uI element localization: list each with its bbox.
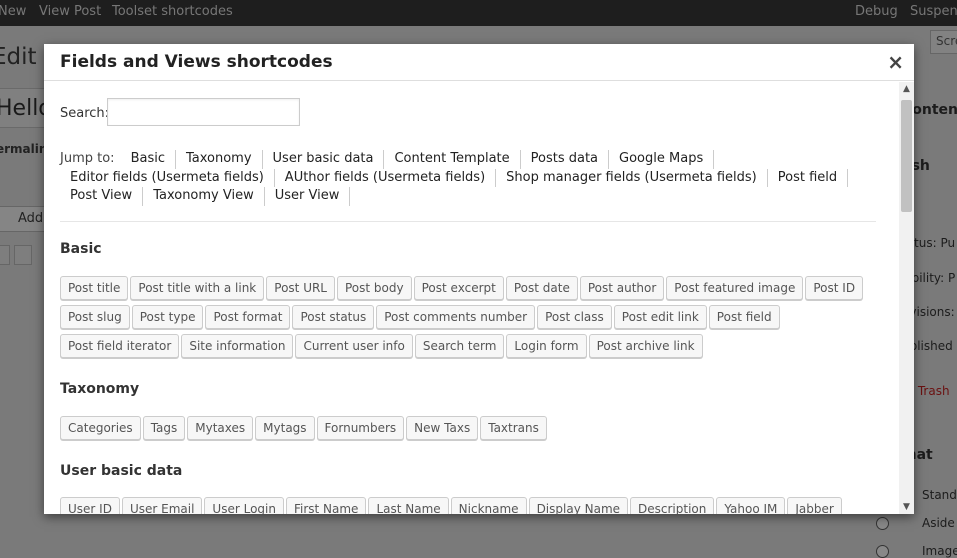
editor-toolbar-button[interactable] <box>0 245 10 265</box>
format-aside-label: Aside <box>922 516 955 530</box>
admin-bar: New View Post Toolset shortcodes Debug S… <box>0 0 957 26</box>
shortcode-button-fornumbers[interactable]: Fornumbers <box>316 416 405 440</box>
shortcode-button-post-date[interactable]: Post date <box>505 276 578 300</box>
shortcode-button-login-form[interactable]: Login form <box>506 334 587 358</box>
shortcode-button-post-field-iterator[interactable]: Post field iterator <box>60 334 180 358</box>
shortcode-button-user-email[interactable]: User Email <box>121 497 203 514</box>
shortcode-button-post-excerpt[interactable]: Post excerpt <box>413 276 504 300</box>
shortcode-button-post-edit-link[interactable]: Post edit link <box>613 305 707 329</box>
jump-link-shop-manager-fields[interactable]: Shop manager fields (Usermeta fields) <box>496 168 768 187</box>
scroll-up-icon[interactable]: ▲ <box>899 82 914 96</box>
shortcodes-dialog: Fields and Views shortcodes × Search: Ju… <box>44 44 914 514</box>
shortcode-button-first-name[interactable]: First Name <box>285 497 367 514</box>
shortcode-button-categories[interactable]: Categories <box>60 416 141 440</box>
jump-link-user-basic-data[interactable]: User basic data <box>263 150 385 169</box>
shortcode-button-post-format[interactable]: Post format <box>205 305 291 329</box>
scroll-down-icon[interactable]: ▼ <box>899 500 914 514</box>
dialog-body: Search: Jump to: Basic Taxonomy User basic … <box>44 82 914 514</box>
shortcode-button-taxtrans[interactable]: Taxtrans <box>480 416 547 440</box>
admin-bar-suspend[interactable]: Suspend <box>910 4 957 19</box>
section-title-user-basic-data: User basic data <box>60 463 183 479</box>
jump-link-author-fields[interactable]: AUthor fields (Usermeta fields) <box>275 168 497 187</box>
screen-options-label: Scre <box>936 34 957 48</box>
close-icon[interactable]: × <box>887 50 904 74</box>
shortcode-button-post-archive-link[interactable]: Post archive link <box>588 334 703 358</box>
jump-link-posts-data[interactable]: Posts data <box>521 150 610 169</box>
shortcode-button-post-comments-number[interactable]: Post comments number <box>376 305 536 329</box>
jump-to-nav: Jump to: Basic Taxonomy User basic data Cont… <box>60 150 880 206</box>
section-title-taxonomy: Taxonomy <box>60 381 140 397</box>
scrollbar-thumb[interactable] <box>901 100 912 212</box>
dialog-header: Fields and Views shortcodes × <box>44 44 914 81</box>
shortcode-button-post-title[interactable]: Post title <box>60 276 129 300</box>
shortcode-button-yahoo-im[interactable]: Yahoo IM <box>716 497 786 514</box>
admin-bar-view-post[interactable]: View Post <box>39 4 101 19</box>
jump-link-taxonomy-view[interactable]: Taxonomy View <box>143 187 265 206</box>
shortcode-button-current-user-info[interactable]: Current user info <box>295 334 413 358</box>
shortcode-button-post-field[interactable]: Post field <box>708 305 780 329</box>
search-input[interactable] <box>107 98 300 126</box>
jump-link-basic[interactable]: Basic <box>121 150 176 169</box>
shortcode-button-new-taxs[interactable]: New Taxs <box>406 416 479 440</box>
shortcode-button-last-name[interactable]: Last Name <box>368 497 449 514</box>
shortcode-button-post-title-with-a-link[interactable]: Post title with a link <box>130 276 265 300</box>
shortcode-button-search-term[interactable]: Search term <box>414 334 505 358</box>
taxonomy-buttons: Categories Tags Mytaxes Mytags Fornumbers New… <box>60 416 876 445</box>
shortcode-button-nickname[interactable]: Nickname <box>450 497 527 514</box>
shortcode-button-jabber[interactable]: Jabber <box>787 497 842 514</box>
format-image-label: Image <box>922 544 957 558</box>
shortcode-button-post-type[interactable]: Post type <box>131 305 204 329</box>
format-aside-radio[interactable] <box>876 517 889 530</box>
admin-bar-new[interactable]: New <box>0 4 26 19</box>
shortcode-button-tags[interactable]: Tags <box>142 416 186 440</box>
shortcode-button-user-login[interactable]: User Login <box>204 497 284 514</box>
permalink-label: ermalin <box>0 142 48 156</box>
user-basic-data-buttons: User ID User Email User Login First Name Las… <box>60 497 876 514</box>
shortcode-button-mytags[interactable]: Mytags <box>255 416 315 440</box>
jump-link-post-field[interactable]: Post field <box>768 168 849 187</box>
admin-bar-toolset-shortcodes[interactable]: Toolset shortcodes <box>112 4 233 19</box>
add-media-label: Add <box>18 211 44 226</box>
shortcode-button-post-author[interactable]: Post author <box>579 276 665 300</box>
section-title-basic: Basic <box>60 241 102 257</box>
shortcode-button-post-class[interactable]: Post class <box>537 305 612 329</box>
format-image-radio[interactable] <box>876 545 889 558</box>
jump-link-content-template[interactable]: Content Template <box>384 150 521 169</box>
jump-link-post-view[interactable]: Post View <box>60 187 144 206</box>
shortcode-button-post-status[interactable]: Post status <box>292 305 375 329</box>
shortcode-button-mytaxes[interactable]: Mytaxes <box>187 416 254 440</box>
shortcode-button-post-featured-image[interactable]: Post featured image <box>666 276 804 300</box>
admin-bar-debug[interactable]: Debug <box>855 4 898 19</box>
shortcode-button-display-name[interactable]: Display Name <box>528 497 629 514</box>
jump-link-taxonomy[interactable]: Taxonomy <box>176 150 263 169</box>
shortcode-button-description[interactable]: Description <box>630 497 715 514</box>
shortcode-button-site-information[interactable]: Site information <box>181 334 294 358</box>
jump-link-editor-fields[interactable]: Editor fields (Usermeta fields) <box>60 168 275 187</box>
shortcode-button-post-id[interactable]: Post ID <box>805 276 864 300</box>
editor-toolbar-button[interactable] <box>14 245 32 265</box>
shortcode-button-post-url[interactable]: Post URL <box>266 276 335 300</box>
dialog-scrollbar[interactable]: ▲ ▼ <box>899 82 914 514</box>
jump-link-user-view[interactable]: User View <box>265 187 351 206</box>
shortcode-button-user-id[interactable]: User ID <box>60 497 120 514</box>
dialog-title: Fields and Views shortcodes <box>60 52 333 72</box>
divider <box>60 221 876 222</box>
format-standard-label: Stand <box>922 488 957 502</box>
shortcode-button-post-body[interactable]: Post body <box>337 276 412 300</box>
search-label: Search: <box>60 106 110 121</box>
jump-to-label: Jump to: <box>60 151 115 166</box>
basic-buttons: Post title Post title with a link Post URL… <box>60 276 876 363</box>
jump-link-google-maps[interactable]: Google Maps <box>609 150 715 169</box>
shortcode-button-post-slug[interactable]: Post slug <box>60 305 130 329</box>
